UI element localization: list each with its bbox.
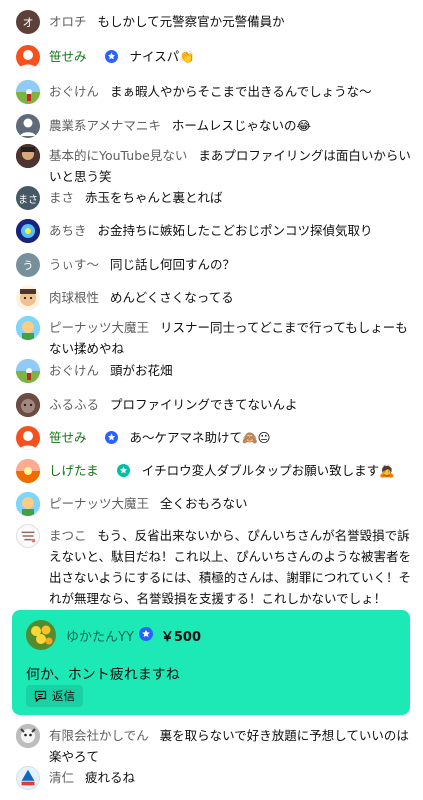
avatar[interactable] — [16, 393, 40, 417]
author-name[interactable]: 笹せみ — [49, 49, 87, 64]
author-name[interactable]: 肉球根性 — [49, 290, 99, 305]
chat-message[interactable]: 農業系アメナマニキ ホームレスじゃないの😂 — [16, 114, 411, 138]
avatar[interactable] — [16, 45, 40, 69]
author-name[interactable]: まさ — [49, 190, 74, 205]
super-chat-message: 何か、ホント疲れますね — [26, 667, 180, 683]
message-text: ホームレスじゃないの😂 — [171, 118, 312, 133]
avatar[interactable] — [16, 524, 40, 548]
avatar[interactable]: う — [16, 253, 40, 277]
avatar[interactable] — [16, 724, 40, 748]
chat-message[interactable]: ピーナッツ大魔王 全くおもろない — [16, 492, 411, 516]
chat-message[interactable]: しげたま イチロウ変人ダブルタップお願い致します🙇 — [16, 459, 411, 483]
avatar[interactable] — [16, 426, 40, 450]
chat-message[interactable]: まつこ もう、反省出来ないから、ぴんいちさんが名誉毀損で訴えないと、駄目だね！これ… — [16, 524, 411, 609]
avatar[interactable] — [16, 114, 40, 138]
message-text: めんどくさくなってる — [110, 290, 234, 305]
message-text: お金持ちに嫉妬したこどおじポンコツ探偵気取り — [97, 223, 373, 238]
avatar[interactable] — [16, 316, 40, 340]
chat-message[interactable]: う うぃす〜 同じ話し何回すんの？ — [16, 253, 411, 277]
message-text: 赤玉をちゃんと裏とれば — [85, 190, 223, 205]
message-text: もしかして元警察官か元警備員か — [97, 14, 285, 29]
chat-message[interactable]: 有限会社かしでん 裏を取らないで好き放題に予想していいのは楽やろて — [16, 724, 411, 767]
author-name[interactable]: ピーナッツ大魔王 — [49, 320, 149, 335]
avatar[interactable] — [16, 144, 40, 168]
super-chat-amount: ￥500 — [160, 629, 202, 645]
avatar[interactable] — [16, 459, 40, 483]
avatar[interactable] — [16, 492, 40, 516]
chat-message[interactable]: ふるふる プロファイリングできてないんよ — [16, 393, 411, 417]
chat-message[interactable]: 笹せみ ナイスパ👏 — [16, 45, 411, 69]
chat-message[interactable]: おぐけん 頭がお花畑 — [16, 359, 411, 383]
author-name[interactable]: 農業系アメナマニキ — [49, 118, 161, 133]
avatar[interactable] — [16, 766, 40, 790]
author-name[interactable]: 笹せみ — [49, 430, 87, 445]
author-name[interactable]: まつこ — [49, 528, 87, 543]
chat-message[interactable]: まさ まさ 赤玉をちゃんと裏とれば — [16, 186, 411, 210]
member-badge-icon — [116, 462, 130, 483]
message-text: ナイスパ👏 — [129, 49, 195, 64]
avatar-initial: まさ — [18, 194, 38, 206]
author-name[interactable]: おぐけん — [49, 84, 99, 99]
reply-label: 返信 — [52, 689, 75, 703]
message-text: あ〜ケアマネ助けて🙈😐 — [129, 430, 271, 445]
reply-icon — [34, 690, 47, 702]
member-badge-icon — [138, 626, 153, 645]
avatar[interactable] — [26, 620, 56, 650]
reply-button[interactable]: 返信 — [26, 685, 83, 707]
message-text: プロファイリングできてないんよ — [110, 397, 298, 412]
avatar[interactable]: まさ — [16, 186, 40, 210]
message-text: イチロウ変人ダブルタップお願い致します🙇 — [141, 463, 395, 478]
avatar[interactable] — [16, 286, 40, 310]
chat-message[interactable]: 清仁 疲れるね — [16, 766, 411, 790]
avatar[interactable]: オ — [16, 10, 40, 34]
avatar[interactable] — [16, 80, 40, 104]
author-name[interactable]: あちき — [49, 223, 87, 238]
message-text: 全くおもろない — [160, 496, 248, 511]
author-name[interactable]: オロチ — [49, 14, 87, 29]
super-chat-author[interactable]: ゆかたんYY — [66, 626, 134, 645]
avatar-initial: オ — [22, 16, 34, 29]
live-chat-panel: オ オロチ もしかして元警察官か元警備員か 笹せみ ナイスパ👏 おぐけん まぁ暇人や… — [0, 0, 423, 800]
author-name[interactable]: 有限会社かしでん — [49, 728, 149, 743]
chat-message[interactable]: あちき お金持ちに嫉妬したこどおじポンコツ探偵気取り — [16, 219, 411, 243]
message-text: 同じ話し何回すんの？ — [110, 257, 236, 272]
chat-message[interactable]: オ オロチ もしかして元警察官か元警備員か — [16, 10, 411, 34]
message-text: 頭がお花畑 — [110, 363, 173, 378]
chat-message[interactable]: おぐけん まぁ暇人やからそこまで出きるんでしょうな〜 — [16, 80, 411, 104]
chat-message[interactable]: 笹せみ あ〜ケアマネ助けて🙈😐 — [16, 426, 411, 450]
chat-message[interactable]: 基本的にYouTube見ない まあプロファイリングは面白いからいいと思う笑 — [16, 144, 411, 187]
author-name[interactable]: ふるふる — [49, 397, 99, 412]
chat-message[interactable]: 肉球根性 めんどくさくなってる — [16, 286, 411, 310]
message-text: まぁ暇人やからそこまで出きるんでしょうな〜 — [110, 84, 372, 99]
author-name[interactable]: 基本的にYouTube見ない — [49, 148, 187, 163]
avatar-initial: う — [22, 259, 34, 272]
author-name[interactable]: しげたま — [49, 463, 99, 478]
message-text: 疲れるね — [85, 770, 136, 785]
author-name[interactable]: うぃす〜 — [49, 257, 99, 272]
author-name[interactable]: おぐけん — [49, 363, 99, 378]
author-name[interactable]: ピーナッツ大魔王 — [49, 496, 149, 511]
member-badge-icon — [104, 429, 118, 450]
avatar[interactable] — [16, 359, 40, 383]
author-name[interactable]: 清仁 — [49, 770, 74, 785]
message-text: もう、反省出来ないから、ぴんいちさんが名誉毀損で訴えないと、駄目だね！これ以上、… — [49, 528, 412, 606]
member-badge-icon — [104, 48, 118, 69]
chat-message[interactable]: ピーナッツ大魔王 リスナー同士ってどこまで行ってもしょーもない揉めやね — [16, 316, 411, 359]
avatar[interactable] — [16, 219, 40, 243]
